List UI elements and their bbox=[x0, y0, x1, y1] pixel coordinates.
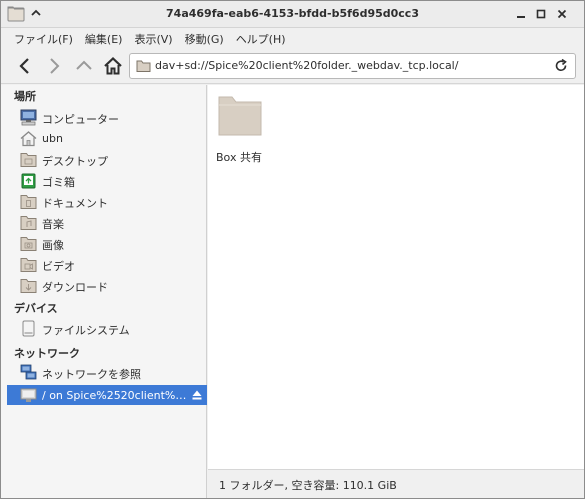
sidebar-item-desktop[interactable]: デスクトップ bbox=[7, 149, 207, 170]
sidebar-footer bbox=[1, 489, 207, 498]
sidebar-item-label: ビデオ bbox=[42, 260, 75, 273]
minimize-icon bbox=[517, 16, 525, 18]
sidebar-item-label: ダウンロード bbox=[42, 281, 108, 294]
trash-icon bbox=[21, 173, 36, 189]
folder-icon bbox=[136, 60, 151, 72]
desktop-folder-icon bbox=[20, 153, 37, 167]
back-button[interactable] bbox=[13, 54, 37, 78]
file-item-name: Box 共有 bbox=[216, 151, 262, 164]
sidebar-item-label: コンピューター bbox=[42, 113, 119, 126]
home-icon bbox=[20, 131, 37, 147]
videos-folder-icon bbox=[20, 258, 37, 272]
sidebar-item-filesystem[interactable]: ファイルシステム bbox=[7, 318, 207, 339]
arrow-up-icon bbox=[76, 60, 92, 70]
menu-help[interactable]: ヘルプ(H) bbox=[230, 28, 292, 48]
sidebar-item-spice-share[interactable]: / on Spice%2520client%2… bbox=[7, 385, 207, 405]
location-path[interactable]: dav+sd://Spice%20client%20folder._webdav… bbox=[155, 59, 458, 72]
sidebar-item-label: ゴミ箱 bbox=[42, 176, 75, 189]
location-bar[interactable]: dav+sd://Spice%20client%20folder._webdav… bbox=[129, 53, 576, 79]
drive-icon bbox=[22, 320, 35, 337]
sidebar-item-label: 画像 bbox=[42, 239, 64, 252]
devices-header: デバイス bbox=[14, 302, 58, 315]
sidebar-item-label: / on Spice%2520client%2… bbox=[42, 389, 188, 402]
computer-icon bbox=[20, 109, 37, 126]
menu-go[interactable]: 移動(G) bbox=[179, 28, 230, 48]
file-item[interactable]: Box 共有 bbox=[216, 91, 278, 167]
folder-icon bbox=[218, 96, 262, 136]
maximize-icon bbox=[536, 9, 546, 19]
sidebar-item-computer[interactable]: コンピューター bbox=[7, 107, 207, 128]
home-icon bbox=[104, 56, 122, 75]
forward-button[interactable] bbox=[42, 54, 66, 78]
sidebar-item-home[interactable]: ubn bbox=[7, 128, 207, 149]
eject-icon[interactable] bbox=[191, 389, 203, 401]
toolbar: dav+sd://Spice%20client%20folder._webdav… bbox=[1, 48, 584, 84]
file-manager-window: 74a469fa-eab6-4153-bfdd-b5f6d95d0cc3 ファイ… bbox=[0, 0, 585, 499]
sidebar-item-browse-network[interactable]: ネットワークを参照 bbox=[7, 362, 207, 383]
home-button[interactable] bbox=[101, 54, 125, 78]
sidebar: 場所 コンピューター ubn デスクトップ ゴミ箱 ドキュメント 音楽 画像 ビ… bbox=[1, 85, 207, 489]
network-share-icon bbox=[20, 388, 37, 402]
network-icon bbox=[20, 364, 37, 380]
status-text: 1 フォルダー, 空き容量: 110.1 GiB bbox=[219, 479, 397, 492]
reload-icon[interactable] bbox=[553, 58, 569, 74]
sidebar-item-pictures[interactable]: 画像 bbox=[7, 233, 207, 254]
sidebar-item-music[interactable]: 音楽 bbox=[7, 212, 207, 233]
documents-folder-icon bbox=[20, 195, 37, 209]
sidebar-item-label: ドキュメント bbox=[42, 197, 108, 210]
downloads-folder-icon bbox=[20, 279, 37, 293]
pictures-folder-icon bbox=[20, 237, 37, 251]
title-bar[interactable]: 74a469fa-eab6-4153-bfdd-b5f6d95d0cc3 bbox=[1, 1, 584, 28]
sidebar-item-label: ubn bbox=[42, 132, 63, 145]
up-button[interactable] bbox=[72, 54, 96, 78]
menu-bar: ファイル(F) 編集(E) 表示(V) 移動(G) ヘルプ(H) bbox=[1, 28, 584, 48]
file-view[interactable]: Box 共有 bbox=[208, 85, 584, 469]
minimize-button[interactable] bbox=[512, 5, 530, 23]
maximize-button[interactable] bbox=[532, 5, 550, 23]
places-header: 場所 bbox=[14, 90, 36, 103]
sidebar-item-label: ファイルシステム bbox=[42, 324, 130, 337]
menu-view[interactable]: 表示(V) bbox=[128, 28, 178, 48]
sidebar-item-trash[interactable]: ゴミ箱 bbox=[7, 170, 207, 191]
sidebar-item-label: 音楽 bbox=[42, 218, 64, 231]
sidebar-item-label: デスクトップ bbox=[42, 155, 108, 168]
arrow-right-icon bbox=[50, 58, 60, 74]
window-title: 74a469fa-eab6-4153-bfdd-b5f6d95d0cc3 bbox=[166, 7, 419, 20]
music-folder-icon bbox=[20, 216, 37, 230]
menu-edit[interactable]: 編集(E) bbox=[79, 28, 129, 48]
close-icon bbox=[557, 9, 567, 19]
network-header: ネットワーク bbox=[14, 347, 80, 360]
sidebar-item-documents[interactable]: ドキュメント bbox=[7, 191, 207, 212]
sidebar-item-downloads[interactable]: ダウンロード bbox=[7, 275, 207, 296]
sidebar-item-label: ネットワークを参照 bbox=[42, 368, 141, 381]
status-bar: 1 フォルダー, 空き容量: 110.1 GiB bbox=[208, 469, 584, 498]
arrow-left-icon bbox=[19, 58, 29, 74]
menu-file[interactable]: ファイル(F) bbox=[8, 28, 79, 48]
close-button[interactable] bbox=[553, 5, 571, 23]
sidebar-item-videos[interactable]: ビデオ bbox=[7, 254, 207, 275]
